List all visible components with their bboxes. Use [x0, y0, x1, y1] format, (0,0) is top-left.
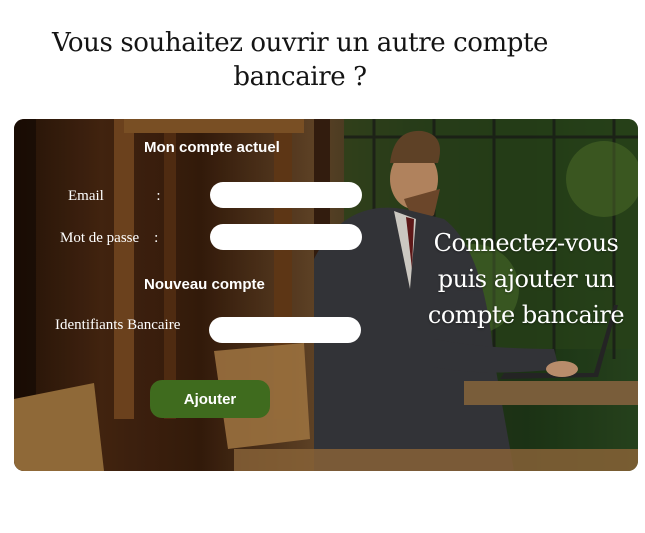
password-label: Mot de passe : — [60, 230, 159, 246]
add-button[interactable]: Ajouter — [150, 380, 270, 418]
email-label: Email : — [68, 188, 161, 204]
connect-cta-text: Connectez-vous puis ajouter un compte ba… — [427, 229, 625, 329]
current-account-heading: Mon compte actuel — [144, 139, 280, 156]
bank-identifiers-field[interactable] — [209, 317, 361, 343]
email-field[interactable] — [210, 182, 362, 208]
new-account-heading: Nouveau compte — [144, 276, 265, 293]
password-field[interactable] — [210, 224, 362, 250]
page-title: Vous souhaitez ouvrir un autre compte ba… — [51, 28, 549, 92]
bank-identifiers-label: Identifiants Bancaire — [55, 317, 181, 333]
hero-banner: Mon compte actuel Email : Mot de passe :… — [14, 119, 638, 471]
